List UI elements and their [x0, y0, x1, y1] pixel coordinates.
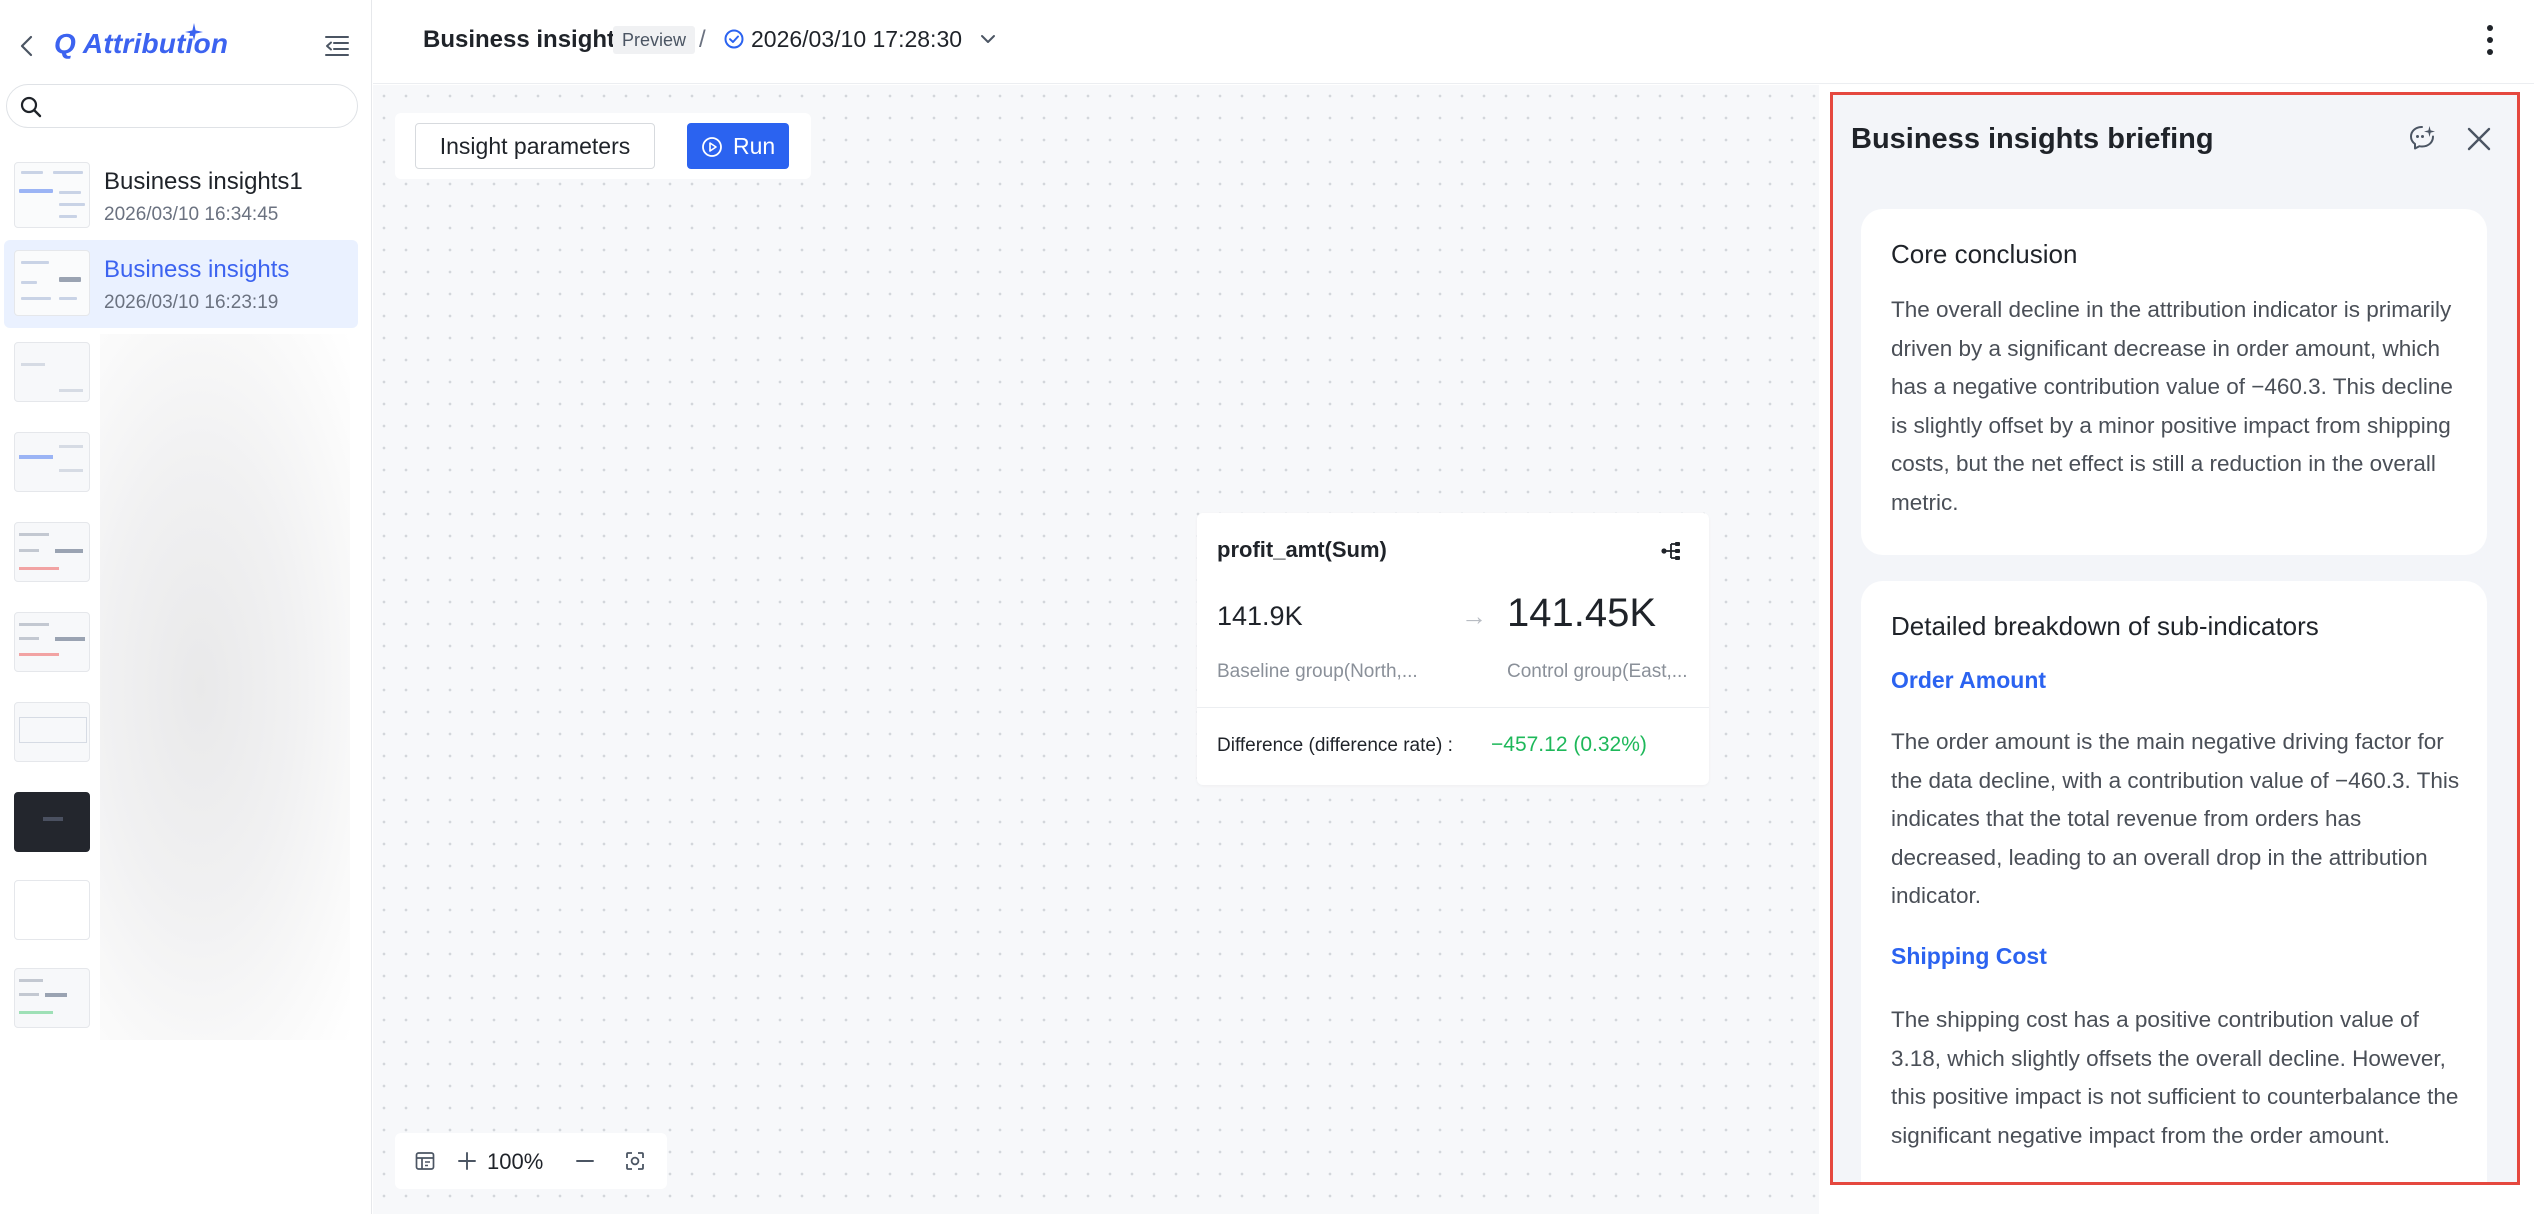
history-item-time: 2026/03/10 16:23:19: [104, 292, 279, 313]
ai-assistant-icon[interactable]: [2407, 123, 2437, 153]
tree-icon[interactable]: [1659, 539, 1683, 563]
canvas-toolbar: Insight parameters Run: [395, 113, 811, 179]
history-thumbnail: [14, 250, 90, 316]
history-thumbnail[interactable]: [14, 702, 90, 762]
difference-label: Difference (difference rate) :: [1217, 735, 1453, 756]
baseline-value: 141.9K: [1217, 601, 1303, 631]
more-vertical-icon[interactable]: [2486, 24, 2494, 56]
sidebar-header: Q Attribution: [0, 0, 372, 92]
minus-icon[interactable]: [573, 1149, 597, 1173]
history-thumbnail[interactable]: [14, 432, 90, 492]
shipping-cost-heading: Shipping Cost: [1891, 943, 2047, 969]
panel-scroll-area[interactable]: Core conclusion The overall decline in t…: [1833, 185, 2517, 1182]
zoom-level: 100%: [487, 1149, 544, 1174]
history-thumbnail: [14, 162, 90, 228]
breakdown-heading: Detailed breakdown of sub-indicators: [1891, 611, 2319, 641]
core-conclusion-heading: Core conclusion: [1891, 239, 2078, 269]
shipping-cost-text: The shipping cost has a positive contrib…: [1891, 1007, 2459, 1148]
history-item-active[interactable]: Business insights 2026/03/10 16:23:19: [4, 240, 358, 328]
order-amount-text: The order amount is the main negative dr…: [1891, 729, 2460, 908]
baseline-label: Baseline group(North,...: [1217, 661, 1418, 682]
history-thumbnail[interactable]: [14, 880, 90, 940]
page-title: Business insights: [423, 26, 629, 53]
metric-title: profit_amt(Sum): [1217, 537, 1387, 562]
history-thumbnail[interactable]: [14, 342, 90, 402]
difference-value: −457.12 (0.32%): [1491, 733, 1647, 756]
insight-parameters-button[interactable]: Insight parameters: [415, 123, 655, 169]
core-conclusion-card: Core conclusion The overall decline in t…: [1861, 209, 2487, 555]
core-conclusion-text: The overall decline in the attribution i…: [1891, 297, 2453, 515]
collapse-sidebar-icon[interactable]: [324, 34, 350, 58]
breadcrumb-separator: /: [699, 26, 706, 53]
divider: [1197, 707, 1709, 708]
plus-icon[interactable]: [455, 1149, 479, 1173]
close-icon[interactable]: [2465, 125, 2493, 153]
version-selector[interactable]: 2026/03/10 17:28:30: [751, 26, 962, 53]
blurred-history-names: [100, 334, 350, 1040]
play-circle-icon: [702, 137, 722, 157]
chevron-down-icon[interactable]: [979, 32, 997, 46]
breakdown-card: Detailed breakdown of sub-indicators Ord…: [1861, 581, 2487, 1182]
table-icon[interactable]: [413, 1149, 437, 1173]
history-item-time: 2026/03/10 16:34:45: [104, 204, 279, 225]
search-icon: [20, 96, 42, 118]
check-circle-icon: [724, 29, 744, 49]
sidebar: Q Attribution Business insights1 2026/03…: [0, 0, 372, 1214]
insights-briefing-panel: Business insights briefing Core conclusi…: [1830, 92, 2520, 1185]
history-item-name: Business insights: [104, 256, 290, 283]
control-label: Control group(East,...: [1507, 661, 1688, 682]
order-amount-heading: Order Amount: [1891, 667, 2047, 693]
comparison-arrow: →: [1461, 601, 1487, 631]
search-input[interactable]: [51, 91, 341, 121]
control-value: 141.45K: [1507, 591, 1657, 635]
fit-screen-icon[interactable]: [623, 1149, 647, 1173]
history-item-name: Business insights1: [104, 168, 303, 195]
zoom-controls: 100%: [395, 1133, 667, 1189]
run-button-label: Run: [733, 133, 776, 159]
sparkle-icon: [185, 23, 203, 41]
metric-card[interactable]: profit_amt(Sum) 141.9K → 141.45K Baselin…: [1197, 513, 1709, 785]
panel-title: Business insights briefing: [1851, 123, 2214, 155]
top-bar: Business insights Preview / 2026/03/10 1…: [373, 0, 2534, 84]
history-thumbnail[interactable]: [14, 792, 90, 852]
back-icon[interactable]: [16, 32, 38, 60]
search-box: [6, 84, 358, 128]
run-button[interactable]: Run: [687, 123, 789, 169]
history-thumbnail[interactable]: [14, 522, 90, 582]
history-thumbnail[interactable]: [14, 968, 90, 1028]
history-item[interactable]: Business insights1 2026/03/10 16:34:45: [4, 152, 358, 240]
preview-badge: Preview: [613, 26, 696, 54]
canvas[interactable]: Insight parameters Run profit_amt(Sum) 1…: [373, 85, 1819, 1214]
history-thumbnail[interactable]: [14, 612, 90, 672]
